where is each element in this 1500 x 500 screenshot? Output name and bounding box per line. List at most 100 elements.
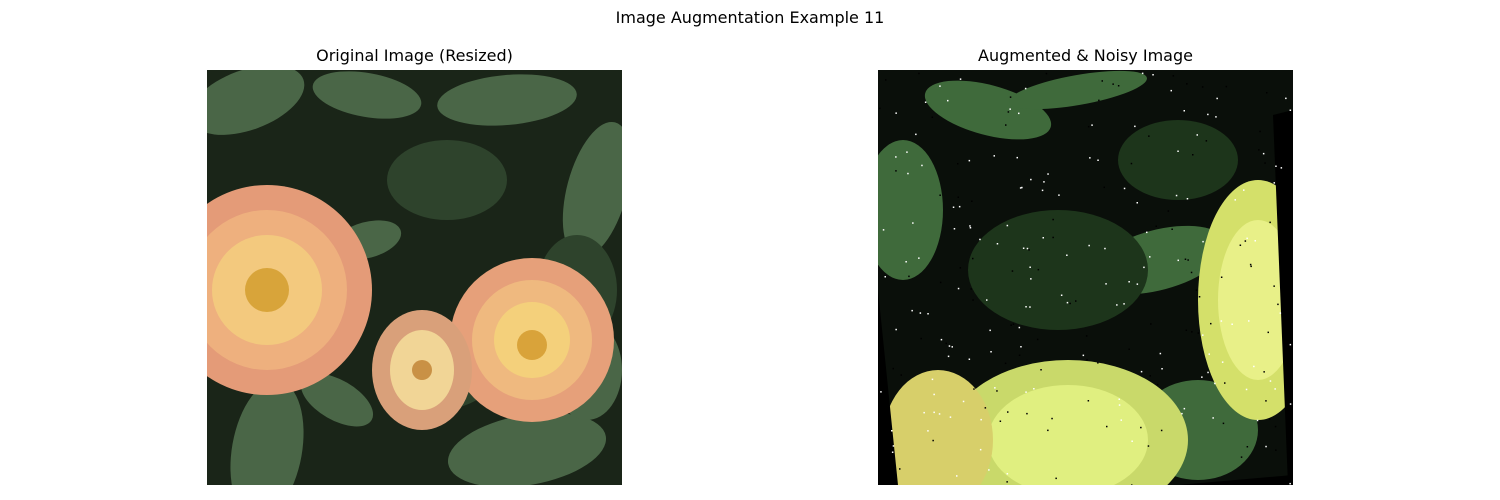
noise-dot <box>1025 306 1027 308</box>
flower-bottom <box>883 360 1188 485</box>
noise-dot <box>972 257 974 260</box>
noise-dot <box>1087 400 1090 402</box>
noise-dot <box>1195 289 1198 291</box>
noise-dot <box>1018 326 1021 329</box>
noise-dot <box>939 194 941 196</box>
noise-dot <box>1197 332 1200 334</box>
noise-dot <box>1274 388 1276 390</box>
noise-dot <box>933 411 935 414</box>
noise-dot <box>1052 218 1054 221</box>
noise-dot <box>1130 162 1133 165</box>
noise-dot <box>918 72 920 75</box>
noise-dot <box>1258 149 1260 151</box>
noise-dot <box>947 355 950 358</box>
noise-dot <box>989 329 991 332</box>
noise-dot <box>1136 202 1138 204</box>
noise-dot <box>1140 426 1142 429</box>
noise-dot <box>1172 75 1175 77</box>
noise-dot <box>1082 354 1085 357</box>
noise-dot <box>1192 154 1194 156</box>
noise-dot <box>1097 362 1099 364</box>
noise-dot <box>1041 189 1044 192</box>
noise-dot <box>1277 303 1279 306</box>
augmented-image-graphic <box>878 70 1293 485</box>
noise-dot <box>882 229 885 231</box>
noise-dot <box>892 367 894 370</box>
noise-dot <box>899 468 901 470</box>
noise-dot <box>1159 352 1162 355</box>
noise-dot <box>1279 312 1282 314</box>
noise-dot <box>1210 322 1212 325</box>
noise-dot <box>1269 418 1271 420</box>
noise-dot <box>1123 303 1125 305</box>
noise-dot <box>957 287 960 290</box>
noise-dot <box>1239 244 1242 246</box>
noise-dot <box>907 172 909 175</box>
noise-dot <box>1185 329 1188 331</box>
noise-dot <box>945 342 947 345</box>
noise-dot <box>1186 198 1189 200</box>
noise-dot <box>958 205 961 208</box>
noise-dot <box>1263 371 1265 373</box>
noise-dot <box>1266 92 1268 94</box>
noise-dot <box>1150 323 1152 325</box>
noise-dot <box>891 451 894 453</box>
noise-dot <box>1201 86 1204 88</box>
noise-dot <box>1131 484 1133 485</box>
noise-dot <box>1086 358 1088 361</box>
noise-dot <box>918 257 920 259</box>
noise-dot <box>1097 159 1099 161</box>
noise-dot <box>959 78 962 80</box>
noise-dot <box>953 228 956 230</box>
noise-dot <box>1028 249 1030 251</box>
noise-dot <box>1118 398 1120 400</box>
noise-dot <box>1105 283 1107 285</box>
noise-dot <box>996 390 998 392</box>
noise-dot <box>1010 324 1012 326</box>
noise-dot <box>1183 110 1185 112</box>
noise-dot <box>1022 247 1025 249</box>
noise-dot <box>973 388 975 390</box>
noise-dot <box>905 261 907 263</box>
noise-dot <box>880 391 882 393</box>
noise-dot <box>1167 210 1170 212</box>
noise-dot <box>906 151 908 153</box>
noise-dot <box>1202 334 1204 336</box>
noise-dot <box>1123 187 1126 190</box>
noise-dot <box>1098 99 1100 102</box>
noise-dot <box>1101 80 1103 82</box>
noise-dot <box>1269 221 1271 224</box>
noise-dot <box>1120 419 1122 421</box>
noise-dot <box>1201 376 1203 378</box>
noise-dot <box>1170 89 1172 92</box>
noise-dot <box>1011 270 1014 272</box>
noise-dot <box>1020 346 1022 348</box>
noise-dot <box>895 170 897 172</box>
noise-dot <box>1018 112 1020 115</box>
noise-dot <box>920 337 922 340</box>
noise-dot <box>1006 481 1008 483</box>
noise-dot <box>990 351 992 353</box>
noise-dot <box>1207 371 1209 374</box>
noise-dot <box>939 85 941 87</box>
noise-dot <box>1212 417 1214 419</box>
dahlia-right <box>450 258 614 422</box>
noise-dot <box>951 346 953 348</box>
noise-dot <box>1140 370 1143 373</box>
noise-dot <box>1005 124 1007 126</box>
noise-dot <box>962 400 965 403</box>
noise-dot <box>1184 258 1187 260</box>
noise-dot <box>1259 130 1261 133</box>
noise-dot <box>1152 74 1154 76</box>
noise-dot <box>1075 300 1077 302</box>
noise-dot <box>1275 449 1277 451</box>
noise-dot <box>1117 85 1120 87</box>
noise-dot <box>949 416 952 418</box>
noise-dot <box>1149 256 1151 258</box>
noise-dot <box>1055 477 1057 480</box>
noise-dot <box>1006 473 1009 475</box>
noise-dot <box>927 430 929 432</box>
noise-dot <box>1029 266 1031 268</box>
noise-dot <box>979 238 981 241</box>
noise-dot <box>984 407 987 409</box>
